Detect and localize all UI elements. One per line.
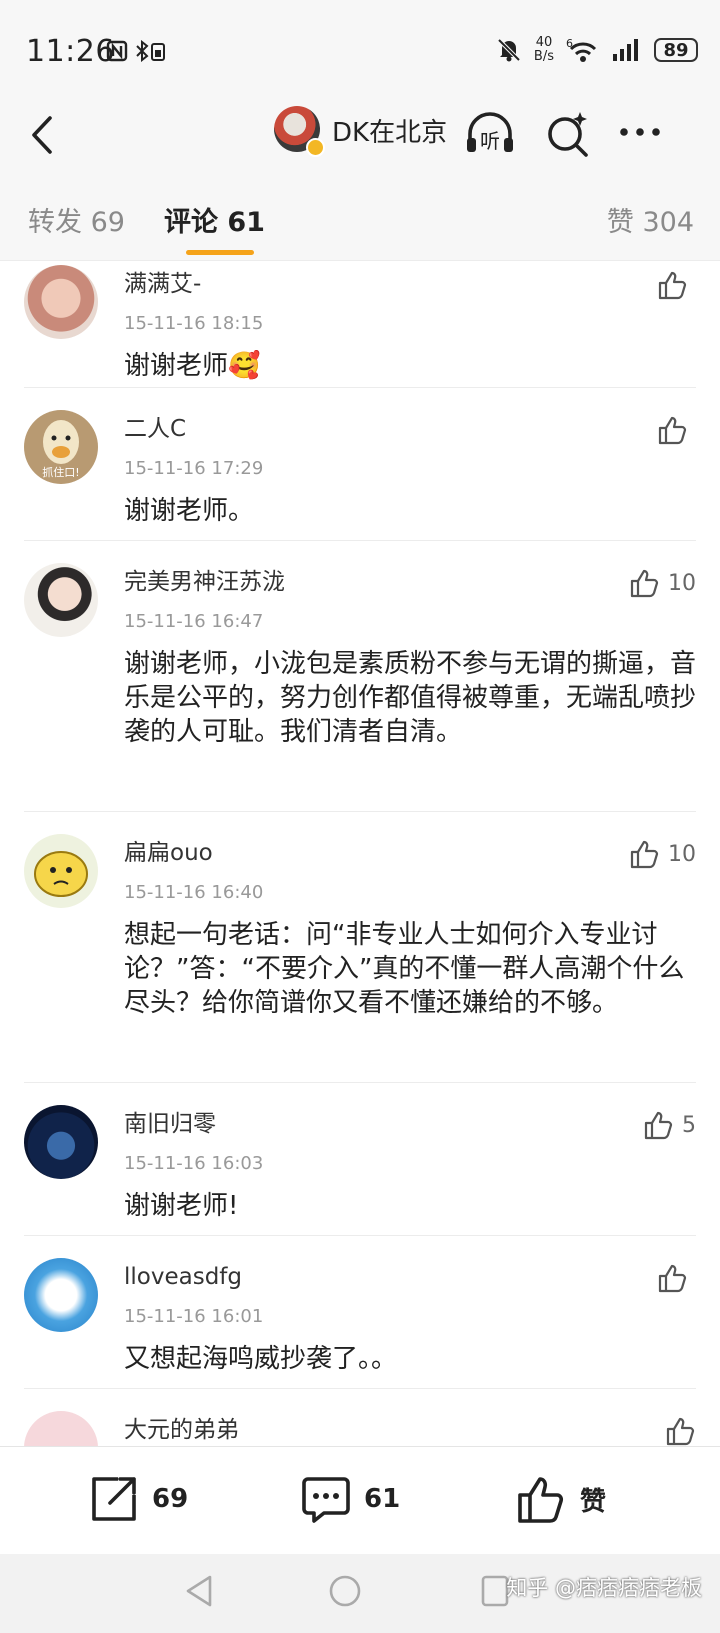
thumb-up-icon [658, 416, 687, 445]
comment-button[interactable]: 61 [300, 1473, 400, 1525]
emoji-icon: 🥰 [228, 351, 261, 381]
comment-item: 抓住口! 二人C 15-11-16 17:29 谢谢老师。 [24, 388, 696, 541]
comment-item: 完美男神汪苏泷 15-11-16 16:47 谢谢老师，小泷包是素质粉不参与无谓… [24, 541, 696, 812]
comment-text: 又想起海鸣威抄袭了。。 [124, 1344, 398, 1374]
thumb-up-icon [658, 1264, 687, 1293]
like-count: 5 [682, 1112, 696, 1138]
comment-time: 15-11-16 16:40 [124, 882, 264, 903]
comment-time: 15-11-16 16:03 [124, 1153, 264, 1174]
like-button[interactable] [656, 269, 696, 301]
commenter-name[interactable]: 扁扁ouo [124, 836, 696, 870]
thumb-up-icon [630, 840, 659, 869]
avatar-caption: 抓住口! [42, 465, 79, 479]
commenter-avatar[interactable] [24, 1258, 98, 1332]
comment-time: 15-11-16 18:15 [124, 313, 264, 334]
comment-item: 满满艾- 15-11-16 18:15 谢谢老师🥰 [24, 261, 696, 388]
watermark-text: 知乎 @痞痞痞痞老板 [506, 1576, 702, 1600]
comment-text: 谢谢老师! [124, 1191, 239, 1221]
search-sparkle-icon[interactable] [540, 106, 596, 162]
bottom-action-bar: 69 61 赞 [0, 1446, 720, 1555]
net-speed-value: 40 [535, 35, 553, 50]
comment-bubble-icon [302, 1477, 350, 1523]
post-header: DK在北京 听 [0, 100, 720, 174]
comment-item: 大元的弟弟 [24, 1389, 696, 1446]
commenter-avatar[interactable] [24, 265, 98, 339]
commenter-avatar[interactable] [24, 1105, 98, 1179]
repost-count: 69 [152, 1484, 189, 1514]
commenter-avatar[interactable] [24, 563, 98, 637]
commenter-avatar[interactable] [24, 1411, 98, 1446]
net-speed: 40 B/s [534, 36, 554, 64]
like-button[interactable]: 5 [642, 1109, 696, 1141]
like-count: 10 [668, 570, 696, 596]
status-time: 11:26 [26, 34, 115, 69]
back-arrow-icon[interactable] [24, 110, 64, 160]
like-label: 赞 [580, 1486, 607, 1517]
tab-comments[interactable]: 评论 61 [164, 200, 265, 239]
share-arrow-icon [92, 1477, 136, 1521]
comment-item: lloveasdfg 15-11-16 16:01 又想起海鸣威抄袭了。。 [24, 1236, 696, 1389]
like-button[interactable]: 10 [628, 838, 696, 870]
commenter-avatar[interactable]: 抓住口! [24, 410, 98, 484]
verified-badge-icon [306, 138, 325, 157]
battery-indicator: 89 [654, 38, 698, 62]
commenter-avatar[interactable] [24, 834, 98, 908]
commenter-name[interactable]: 南旧归零 [124, 1107, 696, 1141]
comment-count: 61 [364, 1484, 401, 1514]
comment-list[interactable]: 满满艾- 15-11-16 18:15 谢谢老师🥰 抓住口! 二人C 15-11… [0, 261, 720, 1446]
commenter-name[interactable]: 完美男神汪苏泷 [124, 565, 696, 599]
comment-text: 谢谢老师。 [124, 496, 255, 526]
like-button[interactable]: 10 [628, 567, 696, 599]
comment-text: 谢谢老师，小泷包是素质粉不参与无谓的撕逼，音乐是公平的，努力创作都值得被尊重，无… [124, 649, 697, 747]
thumb-up-icon [518, 1477, 564, 1523]
emoji-face-icon [34, 851, 88, 897]
comment-time: 15-11-16 16:01 [124, 1306, 264, 1327]
listen-label: 听 [480, 129, 500, 153]
status-bar: 11:26 40 B/s 6 89 [0, 0, 720, 100]
tab-likes[interactable]: 赞 304 [607, 200, 694, 239]
like-post-button[interactable]: 赞 [516, 1473, 606, 1525]
like-button[interactable] [656, 414, 696, 446]
duck-image-icon: 抓住口! [42, 420, 80, 479]
thumb-up-icon [630, 569, 659, 598]
tab-repost[interactable]: 转发 69 [28, 200, 125, 239]
thumb-up-icon [644, 1111, 673, 1140]
like-count: 10 [668, 841, 696, 867]
commenter-name[interactable]: 大元的弟弟 [124, 1413, 696, 1446]
system-nav-bar: 知乎 @痞痞痞痞老板 [0, 1554, 720, 1633]
comment-item: 南旧归零 15-11-16 16:03 谢谢老师! 5 [24, 1083, 696, 1236]
nfc-icon [106, 40, 128, 62]
more-dots-icon[interactable] [614, 106, 670, 162]
nav-back-icon[interactable] [184, 1574, 214, 1608]
comment-text: 想起一句老话：问“非专业人士如何介入专业讨论？”答：“不要介入”真的不懂一群人高… [124, 920, 685, 1018]
commenter-name[interactable]: lloveasdfg [124, 1260, 696, 1294]
bluetooth-battery-icon [136, 40, 165, 62]
active-tab-indicator [186, 250, 254, 255]
comment-text-body: 谢谢老师 [124, 351, 229, 381]
commenter-name[interactable]: 满满艾- [124, 267, 696, 301]
comment-time: 15-11-16 17:29 [124, 458, 264, 479]
mute-bell-icon [497, 38, 521, 62]
commenter-name[interactable]: 二人C [124, 412, 696, 446]
repost-button[interactable]: 69 [88, 1473, 188, 1525]
comment-item: 扁扁ouo 15-11-16 16:40 想起一句老话：问“非专业人士如何介入专… [24, 812, 696, 1083]
tab-bar: 转发 69 评论 61 赞 304 [0, 174, 720, 261]
status-left-icons [106, 40, 166, 62]
net-speed-unit: B/s [533, 49, 554, 64]
thumb-up-icon [666, 1417, 695, 1446]
like-button[interactable] [664, 1415, 696, 1446]
thumb-up-icon [658, 271, 687, 300]
nav-home-icon[interactable] [328, 1574, 362, 1608]
author-name[interactable]: DK在北京 [332, 112, 447, 149]
wifi-icon: 6 [566, 37, 597, 62]
comment-time: 15-11-16 16:47 [124, 611, 264, 632]
comment-text: 谢谢老师🥰 [124, 349, 696, 383]
cell-signal-icon [613, 39, 638, 61]
status-right-icons: 40 B/s 6 89 [496, 36, 698, 64]
like-button[interactable] [656, 1262, 696, 1294]
listen-headphones-icon[interactable]: 听 [462, 106, 518, 162]
